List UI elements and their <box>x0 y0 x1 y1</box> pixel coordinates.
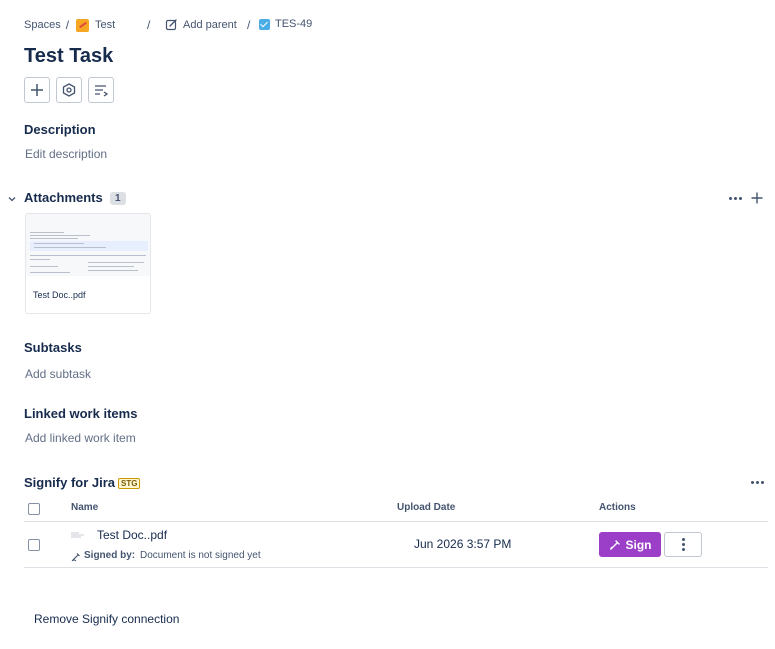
signed-by-label: Signed by: <box>84 550 136 561</box>
list-add-icon <box>95 85 108 97</box>
sign-button[interactable]: Sign <box>599 532 661 557</box>
upload-date-cell: Jun 2026 3:57 PM <box>414 537 512 551</box>
issue-key: TES-49 <box>275 18 313 30</box>
env-badge: STG <box>118 478 141 489</box>
breadcrumb-separator: / <box>65 18 70 32</box>
add-subtask[interactable]: Add subtask <box>25 367 91 381</box>
breadcrumb-project[interactable]: Test <box>95 19 115 31</box>
signify-more-button[interactable] <box>751 481 764 484</box>
link-work-item-button[interactable] <box>88 77 114 103</box>
column-name-header: Name <box>71 502 99 513</box>
pencil-icon <box>165 19 177 31</box>
attachments-heading: Attachments <box>24 190 103 205</box>
attachment-card[interactable]: Test Doc..pdf <box>25 213 151 314</box>
remove-signify-connection-button[interactable]: Remove Signify connection <box>34 612 179 626</box>
add-attachment-icon[interactable] <box>751 192 763 204</box>
edit-description[interactable]: Edit description <box>25 147 107 161</box>
signature-pen-icon <box>71 553 80 562</box>
add-parent-link[interactable]: Add parent <box>165 18 237 31</box>
breadcrumb-issue[interactable]: TES-49 <box>259 18 312 30</box>
row-more-actions-button[interactable] <box>664 532 702 557</box>
document-name-link[interactable]: Test Doc..pdf <box>97 528 167 542</box>
more-vertical-icon <box>681 538 685 551</box>
hexagon-settings-icon <box>62 83 76 97</box>
breadcrumb: Spaces / Test <box>24 18 115 32</box>
sign-button-label: Sign <box>625 537 652 552</box>
project-icon <box>76 18 90 32</box>
breadcrumb-separator: / <box>147 18 151 32</box>
add-button[interactable] <box>24 77 50 103</box>
breadcrumb-separator: / <box>247 18 251 32</box>
attachment-file-name: Test Doc..pdf <box>33 290 86 300</box>
issue-title[interactable]: Test Task <box>24 45 113 68</box>
signed-by-value: Document is not signed yet <box>140 550 261 561</box>
attachment-thumbnail <box>26 214 150 276</box>
add-linked-item[interactable]: Add linked work item <box>25 431 136 445</box>
document-thumbnail-icon <box>71 532 84 538</box>
table-header-divider <box>24 521 768 522</box>
column-actions-header: Actions <box>599 502 636 513</box>
breadcrumb-spaces[interactable]: Spaces <box>24 19 61 31</box>
task-type-icon <box>259 18 270 30</box>
add-parent-label: Add parent <box>183 18 237 31</box>
plus-icon <box>31 84 43 96</box>
linked-items-heading: Linked work items <box>24 406 138 421</box>
attachments-more-button[interactable] <box>729 197 742 200</box>
description-heading: Description <box>24 122 96 137</box>
signify-heading: Signify for Jira <box>24 475 116 490</box>
table-row-divider <box>24 567 768 568</box>
chevron-down-icon[interactable] <box>7 194 17 204</box>
select-all-checkbox[interactable] <box>28 503 40 515</box>
apps-button[interactable] <box>56 77 82 103</box>
row-checkbox[interactable] <box>28 539 40 551</box>
attachments-count-badge: 1 <box>110 192 126 205</box>
subtasks-heading: Subtasks <box>24 340 82 355</box>
column-upload-date-header: Upload Date <box>397 502 456 513</box>
pen-icon <box>609 539 620 550</box>
